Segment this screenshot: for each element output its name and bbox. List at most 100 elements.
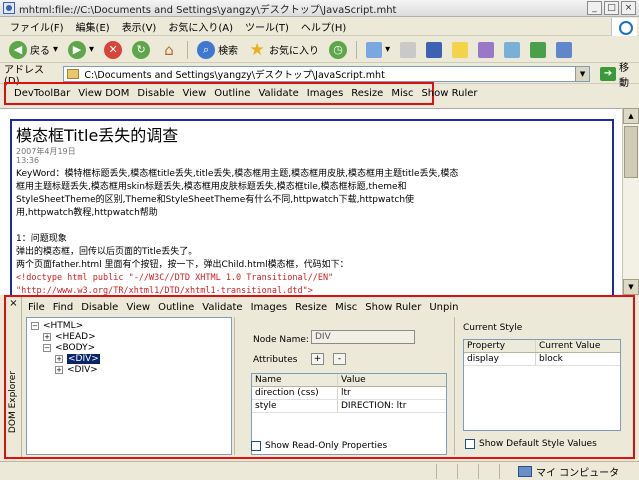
tree-node-head[interactable]: + <HEAD>	[31, 332, 227, 343]
back-button[interactable]: ◀ 戻る ▾	[6, 39, 61, 61]
outline-menu[interactable]: Outline	[210, 88, 254, 99]
dev-toolbar-button[interactable]	[553, 39, 575, 61]
title-bar: mhtml:file://C:\Documents and Settings\y…	[0, 0, 639, 17]
scroll-up-icon[interactable]: ▲	[623, 108, 639, 124]
dom-menu-misc[interactable]: Misc	[331, 302, 361, 313]
attribute-value: ltr	[341, 388, 351, 398]
current-style-table[interactable]: Property Current Value display block	[463, 339, 621, 431]
page-scrollbar[interactable]: ▲ ▼	[622, 108, 639, 295]
code-line: <!doctype html public "-//W3C//DTD XHTML…	[16, 273, 334, 283]
note-icon	[452, 41, 469, 58]
minimize-button[interactable]: _	[587, 1, 602, 15]
misc-menu[interactable]: Misc	[387, 88, 417, 99]
column-header-property[interactable]: Property	[464, 340, 536, 352]
go-button[interactable]: ➔ 移動	[600, 59, 639, 89]
forward-button[interactable]: ▶ ▾	[65, 39, 97, 61]
go-arrow-icon: ➔	[600, 66, 617, 81]
scroll-down-icon[interactable]: ▼	[623, 279, 639, 295]
keywords-line: StyleSheetTheme的区别,Theme和StyleSheetTheme…	[16, 195, 415, 205]
security-zone: マイ コンピュータ	[518, 464, 619, 479]
dom-tree[interactable]: − <HTML> + <HEAD> − <BODY> + <DIV> + <DIV>	[26, 317, 232, 455]
dom-menu-show-ruler[interactable]: Show Ruler	[361, 302, 425, 313]
home-button[interactable]: ⌂	[157, 39, 181, 61]
collapse-icon[interactable]: −	[31, 321, 39, 330]
checkbox-box[interactable]	[251, 441, 261, 451]
resize-menu[interactable]: Resize	[347, 88, 387, 99]
show-default-style-checkbox[interactable]: Show Default Style Values	[465, 439, 597, 449]
menu-favorites[interactable]: お気に入り(A)	[162, 19, 239, 34]
dom-menu-validate[interactable]: Validate	[198, 302, 246, 313]
stop-icon: ✕	[104, 40, 123, 59]
checkbox-box[interactable]	[465, 439, 475, 449]
tree-node-label: <BODY>	[55, 343, 96, 353]
view-menu[interactable]: View	[179, 88, 211, 99]
images-menu[interactable]: Images	[303, 88, 348, 99]
dom-menu-unpin[interactable]: Unpin	[425, 302, 462, 313]
history-button[interactable]: ◷	[326, 39, 350, 61]
tree-node-div-selected[interactable]: + <DIV>	[31, 354, 227, 365]
menu-help[interactable]: ヘルプ(H)	[295, 19, 352, 34]
favorites-button[interactable]: ★ お気に入り	[245, 39, 322, 61]
expand-icon[interactable]: +	[43, 332, 51, 341]
menu-file[interactable]: ファイル(F)	[4, 19, 70, 34]
expand-icon[interactable]: +	[55, 354, 63, 363]
remove-attribute-button[interactable]: -	[333, 353, 346, 365]
standard-toolbar: ◀ 戻る ▾ ▶ ▾ ✕ ↻ ⌂ ⌕ 検索 ★ お気に入り ◷ ▾	[0, 37, 639, 63]
keywords-line: 用,httpwatch教程,httpwatch帮助	[16, 208, 158, 218]
table-row[interactable]: style DIRECTION: ltr	[252, 400, 446, 413]
dom-menu-find[interactable]: Find	[49, 302, 78, 313]
edit-button[interactable]	[475, 39, 497, 61]
dom-menu-disable[interactable]: Disable	[77, 302, 122, 313]
dom-menu-view[interactable]: View	[122, 302, 154, 313]
dom-menu-file[interactable]: File	[24, 302, 49, 313]
table-row[interactable]: direction (css) ltr	[252, 387, 446, 400]
tree-node-div[interactable]: + <DIV>	[31, 365, 227, 376]
refresh-button[interactable]: ↻	[129, 39, 153, 61]
messenger-button[interactable]	[527, 39, 549, 61]
show-default-style-label: Show Default Style Values	[479, 439, 597, 449]
dom-menu-resize[interactable]: Resize	[291, 302, 331, 313]
notes-button[interactable]	[449, 39, 471, 61]
scroll-thumb[interactable]	[624, 126, 638, 178]
address-input[interactable]: C:\Documents and Settings\yangzy\デスクトップ\…	[63, 65, 591, 82]
devtoolbar-button[interactable]: DevToolBar	[10, 88, 74, 99]
search-button[interactable]: ⌕ 検索	[194, 39, 241, 61]
menu-tools[interactable]: ツール(T)	[239, 19, 295, 34]
menu-edit[interactable]: 編集(E)	[70, 19, 116, 34]
close-icon[interactable]: ×	[8, 299, 19, 310]
word-button[interactable]	[423, 39, 445, 61]
show-readonly-checkbox[interactable]: Show Read-Only Properties	[251, 441, 387, 451]
mail-button[interactable]: ▾	[363, 39, 393, 61]
status-divider	[436, 463, 437, 479]
research-icon	[504, 41, 521, 58]
forward-arrow-icon: ▶	[68, 40, 87, 59]
add-attribute-button[interactable]: +	[311, 353, 324, 365]
view-dom-button[interactable]: View DOM	[74, 88, 133, 99]
print-button[interactable]	[397, 39, 419, 61]
maximize-button[interactable]: □	[604, 1, 619, 15]
address-bar: アドレス(D) C:\Documents and Settings\yangzy…	[0, 63, 639, 89]
dom-menu-images[interactable]: Images	[247, 302, 292, 313]
collapse-icon[interactable]: −	[43, 343, 51, 352]
history-icon: ◷	[329, 40, 348, 59]
address-dropdown-icon[interactable]: ▼	[575, 66, 590, 81]
validate-menu[interactable]: Validate	[254, 88, 302, 99]
research-button[interactable]	[501, 39, 523, 61]
node-name-label: Node Name:	[253, 335, 309, 345]
show-ruler-button[interactable]: Show Ruler	[417, 88, 481, 99]
expand-icon[interactable]: +	[55, 365, 63, 374]
keywords-line: 框用主题标题丢失,模态框用skin标题丢失,模态框用皮肤标题丢失,模态框tile…	[16, 182, 407, 192]
stop-button[interactable]: ✕	[101, 39, 125, 61]
current-style-panel: Current Style Property Current Value dis…	[454, 317, 631, 455]
column-header-name[interactable]: Name	[252, 374, 338, 386]
disable-menu[interactable]: Disable	[133, 88, 178, 99]
table-row[interactable]: display block	[464, 353, 620, 366]
close-button[interactable]: ×	[621, 1, 636, 15]
column-header-value[interactable]: Value	[338, 374, 446, 386]
column-header-current-value[interactable]: Current Value	[536, 340, 620, 352]
menu-view[interactable]: 表示(V)	[116, 19, 163, 34]
dom-menu-outline[interactable]: Outline	[154, 302, 198, 313]
tree-node-body[interactable]: − <BODY>	[31, 343, 227, 354]
window-controls: _ □ ×	[587, 1, 636, 15]
tree-node-html[interactable]: − <HTML>	[31, 321, 227, 332]
